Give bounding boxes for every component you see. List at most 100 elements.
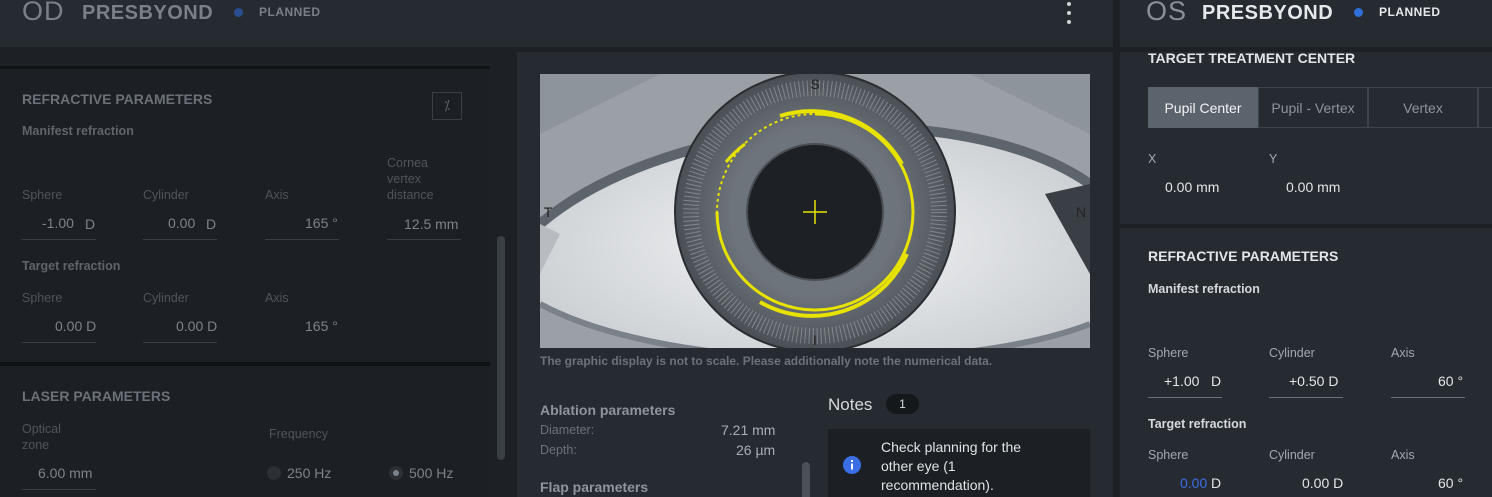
depth-label: Depth:	[540, 443, 577, 457]
os-target-label: Target refraction	[1148, 417, 1247, 431]
os-status-dot	[1354, 8, 1363, 17]
panel-divider	[0, 66, 490, 69]
od-target-sphere-label: Sphere	[22, 291, 63, 305]
od-status: PLANNED	[259, 5, 321, 19]
input-underline	[22, 489, 96, 490]
od-refractive-title: REFRACTIVE PARAMETERS	[22, 91, 213, 107]
os-target-cylinder-label: Cylinder	[1269, 448, 1315, 462]
left-scrollbar[interactable]	[497, 236, 505, 460]
depth-value: 26 µm	[736, 442, 776, 458]
notes-title: Notes	[828, 395, 873, 414]
od-manifest-sphere-unit: D	[85, 216, 96, 232]
input-underline	[143, 239, 217, 240]
od-manifest-cylinder-value[interactable]: 0.00	[168, 215, 195, 231]
os-refractive-panel: REFRACTIVE PARAMETERS Manifest refractio…	[1120, 228, 1492, 497]
os-target-sphere-label: Sphere	[1148, 448, 1189, 462]
od-vertex-value[interactable]: 12.5 mm	[404, 216, 458, 232]
eye-graphic: S T N I	[540, 74, 1090, 348]
freq-250-label: 250 Hz	[287, 465, 332, 481]
od-status-dot	[234, 8, 243, 17]
note-card[interactable]: Check planning for the other eye (1 reco…	[828, 429, 1090, 497]
x-label: X	[1148, 152, 1157, 166]
od-target-label: Target refraction	[22, 259, 121, 273]
freq-500-radio[interactable]	[389, 466, 403, 480]
od-manifest-sphere-value[interactable]: -1.00	[42, 215, 74, 231]
input-underline	[1269, 397, 1343, 398]
od-target-axis-label: Axis	[265, 291, 289, 305]
x-value[interactable]: 0.00 mm	[1165, 179, 1219, 195]
input-underline	[265, 239, 339, 240]
freq-250-radio[interactable]	[267, 466, 281, 480]
os-manifest-axis-value[interactable]: 60 °	[1438, 373, 1463, 389]
os-title: PRESBYOND	[1202, 2, 1334, 24]
os-manifest-sphere-value[interactable]: +1.00	[1164, 373, 1199, 389]
more-vertical-icon[interactable]	[1064, 1, 1074, 25]
diameter-value: 7.21 mm	[721, 422, 776, 438]
od-optical-zone-label-2: zone	[22, 438, 50, 452]
od-vertex-label-2: vertex	[387, 172, 422, 186]
tab-vertex[interactable]: Vertex	[1368, 87, 1478, 128]
os-manifest-cylinder-value[interactable]: +0.50 D	[1289, 373, 1338, 389]
od-manifest-label: Manifest refraction	[22, 124, 134, 138]
tab-pupil-center[interactable]: Pupil Center	[1148, 87, 1258, 128]
od-target-axis-value[interactable]: 165 °	[305, 318, 338, 334]
os-target-cylinder-value[interactable]: 0.00 D	[1302, 475, 1343, 491]
input-underline	[387, 239, 461, 240]
os-target-sphere-unit: D	[1211, 475, 1222, 491]
input-underline	[143, 342, 217, 343]
os-header: OS PRESBYOND PLANNED	[1120, 0, 1492, 47]
od-laser-title: LASER PARAMETERS	[22, 388, 171, 404]
os-manifest-sphere-label: Sphere	[1148, 346, 1189, 360]
nasal-label: N	[1076, 204, 1086, 220]
section-divider	[0, 362, 490, 366]
od-frequency-label: Frequency	[269, 427, 329, 441]
od-manifest-cylinder-unit: D	[206, 216, 217, 232]
superior-label: S	[810, 76, 819, 92]
od-optical-zone-value[interactable]: 6.00 mm	[38, 465, 92, 481]
od-manifest-axis-value[interactable]: 165 °	[305, 215, 338, 231]
note-text-line-1: Check planning for the	[881, 439, 1022, 455]
target-treatment-center-panel: TARGET TREATMENT CENTER Pupil Center Pup…	[1120, 50, 1492, 224]
od-target-cylinder-value[interactable]: 0.00 D	[176, 318, 217, 334]
inferior-label: I	[813, 332, 817, 348]
od-header: OD PRESBYOND PLANNED	[0, 0, 1113, 47]
input-underline	[1391, 397, 1465, 398]
od-target-cylinder-label: Cylinder	[143, 291, 189, 305]
os-status: PLANNED	[1379, 5, 1441, 19]
input-underline	[1148, 397, 1222, 398]
radio-selected-dot	[393, 470, 399, 476]
percent-toggle-button[interactable]: ⁒	[432, 92, 462, 120]
temporal-label: T	[544, 204, 553, 220]
notes-count-badge: 1	[886, 394, 919, 414]
tab-pupil-vertex[interactable]: Pupil - Vertex	[1258, 87, 1368, 128]
od-target-sphere-value[interactable]: 0.00 D	[55, 318, 96, 334]
scale-disclaimer: The graphic display is not to scale. Ple…	[540, 354, 993, 368]
od-vertex-label-3: distance	[387, 188, 434, 202]
os-target-sphere-value[interactable]: 0.00	[1180, 475, 1207, 491]
tab-more[interactable]	[1478, 87, 1492, 128]
od-manifest-sphere-label: Sphere	[22, 188, 63, 202]
os-eye-code: OS	[1146, 0, 1188, 26]
od-eye-code: OD	[22, 0, 65, 26]
os-manifest-cylinder-label: Cylinder	[1269, 346, 1315, 360]
os-refractive-title: REFRACTIVE PARAMETERS	[1148, 248, 1339, 264]
od-title: PRESBYOND	[82, 2, 214, 24]
y-value[interactable]: 0.00 mm	[1286, 179, 1340, 195]
od-optical-zone-label-1: Optical	[22, 422, 61, 436]
y-label: Y	[1269, 152, 1278, 166]
os-manifest-axis-label: Axis	[1391, 346, 1415, 360]
os-manifest-label: Manifest refraction	[1148, 282, 1260, 296]
os-manifest-sphere-unit: D	[1211, 373, 1222, 389]
note-text-line-3: recommendation).	[881, 477, 994, 493]
ablation-title: Ablation parameters	[540, 402, 676, 418]
info-icon	[843, 456, 861, 474]
os-target-axis-label: Axis	[1391, 448, 1415, 462]
os-target-axis-value[interactable]: 60 °	[1438, 475, 1463, 491]
input-underline	[22, 239, 96, 240]
treatment-visualization-panel: S T N I The graphic display is not to sc…	[517, 52, 1113, 497]
od-parameters-panel: REFRACTIVE PARAMETERS ⁒ Manifest refract…	[0, 66, 490, 497]
params-scrollbar[interactable]	[802, 462, 810, 497]
diameter-label: Diameter:	[540, 423, 595, 437]
od-vertex-label-1: Cornea	[387, 156, 428, 170]
freq-500-label: 500 Hz	[409, 465, 454, 481]
